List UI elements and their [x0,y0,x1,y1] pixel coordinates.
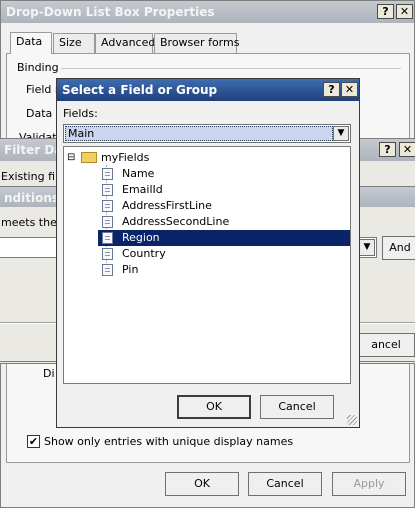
tree-root-label: myFields [101,151,150,164]
field-icon [102,184,113,196]
tree-item-label: AddressFirstLine [122,199,212,212]
select-ok-button[interactable]: OK [177,395,251,419]
field-icon [102,232,113,244]
filter-close-button[interactable]: ✕ [399,142,415,157]
select-field-dialog: Select a Field or Group ? ✕ Fields: Main… [56,78,360,428]
main-apply-button[interactable]: Apply [332,472,406,496]
tree-item-region[interactable]: Region [98,230,350,246]
tab-size[interactable]: Size [53,33,95,53]
tab-data[interactable]: Data [10,32,52,54]
tree-item-label: Pin [122,263,139,276]
main-dialog-titlebar[interactable]: Drop-Down List Box Properties [1,1,414,23]
tree-item-label: AddressSecondLine [122,215,230,228]
fields-label: Fields: [63,107,98,120]
tree-root-myfields[interactable]: ⊟ myFields [67,150,187,166]
tree-item-label: Region [122,231,160,244]
and-button[interactable]: And [382,236,415,260]
main-close-button[interactable]: ✕ [396,4,413,19]
tree-item-pin[interactable]: Pin [102,262,222,278]
field-tree[interactable]: ⊟ myFields Name EmailId AddressFirstLine… [63,146,351,384]
main-dialog-title: Drop-Down List Box Properties [6,5,215,19]
field-icon [102,200,113,212]
fields-dropdown[interactable]: Main ▼ [63,124,351,143]
data-type-label: Data t [26,107,61,120]
binding-divider [61,68,401,69]
folder-open-icon [81,152,97,163]
tree-item-country[interactable]: Country [102,246,222,262]
binding-label: Binding [17,61,59,74]
select-help-button[interactable]: ? [323,82,340,97]
tree-item-label: Country [122,247,166,260]
tree-item-label: Name [122,167,155,180]
main-ok-button[interactable]: OK [165,472,239,496]
main-help-button[interactable]: ? [377,4,394,19]
tree-item-addressfirstline[interactable]: AddressFirstLine [102,198,252,214]
field-icon [102,216,113,228]
existing-filters-label: Existing filt [1,170,63,183]
select-dialog-title: Select a Field or Group [62,83,218,97]
main-cancel-button[interactable]: Cancel [248,472,322,496]
unique-checkbox[interactable]: ✔ [27,435,40,448]
tree-item-addresssecondline[interactable]: AddressSecondLine [102,214,262,230]
tab-advanced[interactable]: Advanced [95,33,155,53]
select-close-button[interactable]: ✕ [341,82,358,97]
tree-item-emailid[interactable]: EmailId [102,182,222,198]
tree-item-label: EmailId [122,183,163,196]
conditions-cancel-button[interactable]: ancel [357,333,415,357]
fields-dropdown-text: Main [68,127,95,140]
field-icon [102,264,113,276]
tree-collapse-icon[interactable]: ⊟ [67,150,75,166]
condition-dropdown-button[interactable]: ▼ [359,239,375,256]
select-dialog-titlebar[interactable]: Select a Field or Group [57,79,359,101]
meets-criteria-label: meets the f [1,216,65,229]
field-icon [102,168,113,180]
unique-checkbox-label[interactable]: Show only entries with unique display na… [44,435,293,448]
select-cancel-button[interactable]: Cancel [260,395,334,419]
resize-grip-icon[interactable] [347,415,357,425]
fields-dropdown-button[interactable]: ▼ [333,126,349,141]
tab-browser-forms[interactable]: Browser forms [154,33,239,53]
filter-help-button[interactable]: ? [379,142,396,157]
conditions-dialog-title: nditions [4,191,60,205]
fields-dropdown-value: Main [65,126,333,141]
field-icon [102,248,113,260]
tree-item-name[interactable]: Name [102,166,222,182]
display-label: Di [43,367,55,380]
